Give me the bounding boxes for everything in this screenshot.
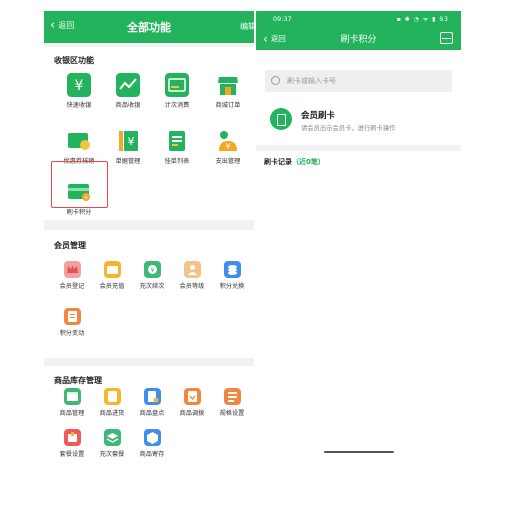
count-icon bbox=[165, 73, 189, 97]
status-bar: 09:37 ▪ ✱ ◔ ᯤ ▮ 93 bbox=[256, 11, 461, 28]
member-swipe-card[interactable]: 会员刷卡 请会员出示会员卡，进行刷卡操作 bbox=[256, 99, 461, 149]
list-icon bbox=[169, 131, 185, 151]
coins-icon bbox=[223, 261, 241, 278]
package-setting-item[interactable]: 套餐设置 bbox=[52, 429, 92, 458]
search-icon bbox=[271, 76, 280, 85]
chart-icon bbox=[116, 73, 140, 97]
hang-list-item[interactable]: 挂单列表 bbox=[157, 129, 197, 165]
storage-icon bbox=[143, 429, 161, 446]
points-change-icon bbox=[63, 308, 81, 325]
home-indicator[interactable] bbox=[324, 451, 394, 453]
member-register-item[interactable]: 会员登记 bbox=[52, 261, 92, 290]
search-placeholder: 刷卡或输入卡号 bbox=[287, 77, 336, 85]
count-consume-item[interactable]: 计次消费 bbox=[157, 73, 197, 109]
record-count: （近0笔） bbox=[292, 158, 325, 166]
cashier-icon: ¥ bbox=[67, 73, 91, 97]
transfer-icon bbox=[183, 388, 201, 405]
section-title: 商品库存管理 bbox=[54, 376, 102, 385]
status-icons: ▪ ✱ ◔ ᯤ ▮ 93 bbox=[396, 16, 449, 23]
card-subtitle: 请会员出示会员卡，进行刷卡操作 bbox=[301, 125, 396, 132]
header-bar: ‹ 返回 全部功能 编辑 bbox=[44, 11, 254, 43]
member-section: 会员管理 会员登记 会员充值 ¥ 充次续次 会员等级 积分兑换 积分变动 bbox=[44, 230, 254, 358]
layers-icon bbox=[103, 429, 121, 446]
member-level-item[interactable]: 会员等级 bbox=[172, 261, 212, 290]
spec-setting-item[interactable]: 规格设置 bbox=[212, 388, 252, 417]
shop-icon bbox=[218, 77, 238, 95]
svg-text:¥: ¥ bbox=[128, 135, 135, 148]
svg-text:¥: ¥ bbox=[150, 267, 154, 274]
svg-text:¥: ¥ bbox=[225, 142, 230, 151]
section-title: 收银区功能 bbox=[54, 56, 94, 65]
coupon-verify-item[interactable]: 优惠券核销 bbox=[59, 129, 99, 165]
package-icon bbox=[63, 429, 81, 446]
product-transfer-item[interactable]: 商品调拨 bbox=[172, 388, 212, 417]
mall-order-item[interactable]: 商城订单 bbox=[208, 73, 248, 109]
highlight-box bbox=[51, 161, 108, 208]
points-exchange-item[interactable]: 积分兑换 bbox=[212, 261, 252, 290]
spec-icon bbox=[223, 388, 241, 405]
card-reader-icon bbox=[270, 108, 292, 130]
bill-manage-item[interactable]: ¥ 单据管理 bbox=[108, 129, 148, 165]
level-icon bbox=[183, 261, 201, 278]
svg-text:¥: ¥ bbox=[75, 78, 84, 94]
page-title: 刷卡积分 bbox=[340, 35, 377, 45]
card-points-screen: 09:37 ▪ ✱ ◔ ᯤ ▮ 93 ‹ 返回 刷卡积分 刷卡或输入卡号 会员刷… bbox=[256, 11, 461, 459]
crown-icon bbox=[63, 261, 81, 278]
stock-in-icon bbox=[103, 388, 121, 405]
edit-button[interactable]: 编辑 bbox=[240, 21, 254, 32]
bill-icon: ¥ bbox=[119, 131, 138, 151]
expense-icon: ¥ bbox=[219, 131, 237, 151]
product-storage-item[interactable]: 商品寄存 bbox=[132, 429, 172, 458]
product-manage-item[interactable]: 商品管理 bbox=[52, 388, 92, 417]
product-cash-item[interactable]: 商品收银 bbox=[108, 73, 148, 109]
product-inventory-item[interactable]: 商品盘点 bbox=[132, 388, 172, 417]
member-recharge-item[interactable]: 会员充值 bbox=[92, 261, 132, 290]
wallet-icon bbox=[103, 261, 121, 278]
scan-icon[interactable] bbox=[440, 32, 453, 44]
inventory-icon bbox=[143, 388, 161, 405]
header-bar: ‹ 返回 刷卡积分 bbox=[256, 28, 461, 50]
product-stock-in-item[interactable]: 商品进货 bbox=[92, 388, 132, 417]
inventory-section: 商品库存管理 商品管理 商品进货 商品盘点 商品调拨 规格设置 套餐设置 充次套… bbox=[44, 366, 254, 459]
recharge-package-item[interactable]: 充次套餐 bbox=[92, 429, 132, 458]
card-search-input[interactable]: 刷卡或输入卡号 bbox=[265, 70, 452, 92]
section-title: 会员管理 bbox=[54, 241, 86, 250]
quick-cash-item[interactable]: ¥ 快速收银 bbox=[59, 73, 99, 109]
page-title: 全部功能 bbox=[127, 21, 171, 34]
swipe-records-heading: 刷卡记录（近0笔） bbox=[264, 158, 325, 166]
divider bbox=[256, 145, 461, 151]
recharge-icon: ¥ bbox=[143, 261, 161, 278]
all-functions-screen: ‹ 返回 全部功能 编辑 收银区功能 ¥ 快速收银 商品收银 计次消费 商城订单… bbox=[44, 11, 254, 459]
coupon-icon bbox=[68, 133, 90, 150]
recharge-count-item[interactable]: ¥ 充次续次 bbox=[132, 261, 172, 290]
status-time: 09:37 bbox=[273, 15, 292, 23]
points-change-item[interactable]: 积分变动 bbox=[52, 308, 92, 337]
expense-manage-item[interactable]: ¥ 支出管理 bbox=[208, 129, 248, 165]
box-icon bbox=[63, 388, 81, 405]
card-title: 会员刷卡 bbox=[301, 111, 336, 121]
